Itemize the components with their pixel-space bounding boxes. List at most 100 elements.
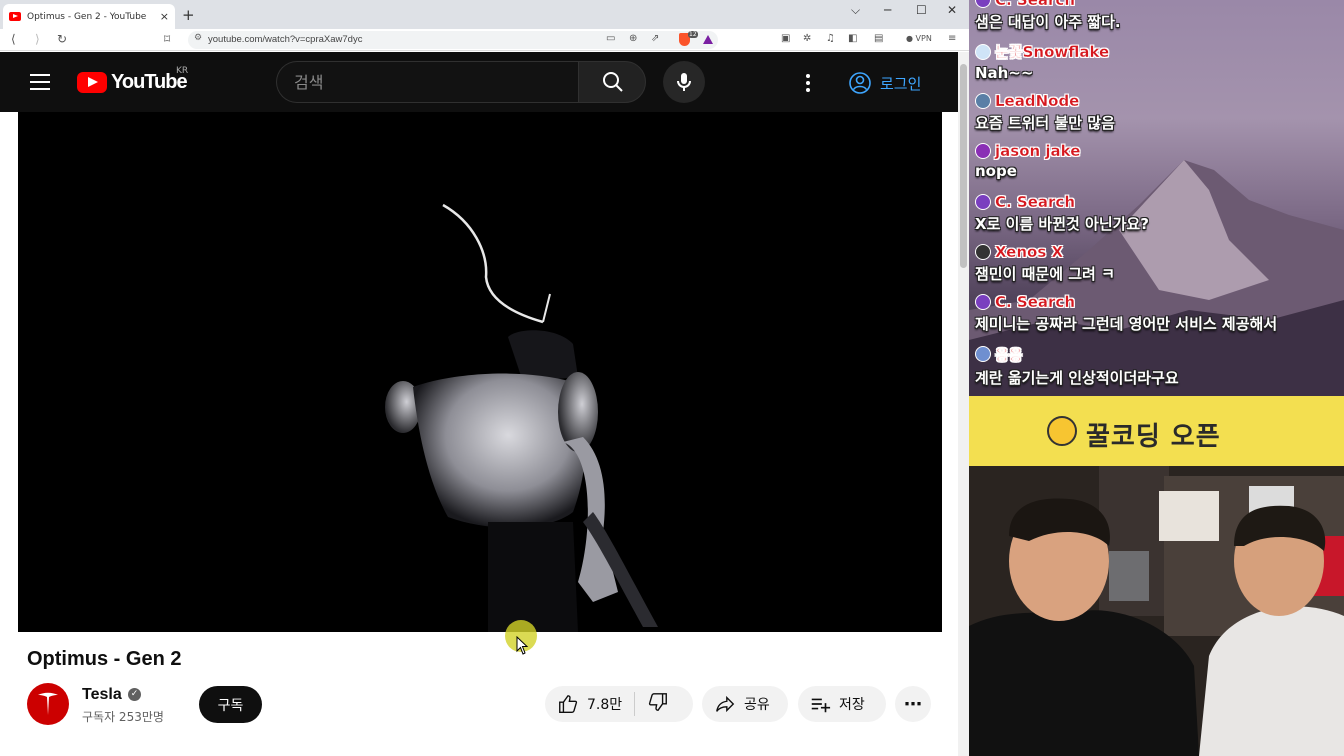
address-toolbar: ⟨ ⟩ ↻ ⌑ ⚙ youtube.com/watch?v=cpraXaw7dy… [0, 29, 969, 51]
more-actions-button[interactable]: ⋯ [895, 686, 931, 722]
chat-username: 응응 [975, 344, 1179, 365]
chat-message: C. Search 제미니는 공짜라 그런데 영어만 서비스 제공해서 [975, 293, 1277, 334]
chat-message-text: nope [975, 162, 1017, 181]
user-badge-icon [975, 143, 991, 160]
new-tab-button[interactable]: + [182, 6, 195, 24]
chat-username-text: C. Search [995, 192, 1075, 211]
chat-message-text: Nah~~ [975, 64, 1034, 83]
stream-chat-overlay: C. Search 샘은 대답이 아주 짧다. 눈꽃Snowflake Nah~~ Le… [969, 0, 1344, 396]
brave-rewards-icon[interactable] [703, 35, 713, 44]
chat-message: LeadNode 요즘 트위터 불만 많음 [975, 92, 1115, 133]
extension-icon[interactable]: ▣ [781, 33, 790, 44]
media-control-icon[interactable]: ♫ [826, 33, 835, 44]
chat-username-text: C. Search [995, 293, 1075, 312]
chat-message-text: 샘은 대답이 아주 짧다. [975, 13, 1121, 31]
reload-button[interactable]: ↻ [57, 32, 67, 46]
maximize-button[interactable]: ☐ [916, 3, 927, 17]
chat-username: C. Search [975, 192, 1149, 211]
chat-username-text: jason jake [995, 142, 1081, 161]
shields-count-badge: 12 [688, 31, 698, 38]
youtube-favicon-icon [9, 12, 21, 21]
like-button[interactable]: 7.8만 [557, 693, 622, 715]
chat-message-text: 계란 옮기는게 인상적이더라구요 [975, 368, 1179, 387]
sign-in-button[interactable]: 로그인 [848, 68, 921, 98]
page-scrollbar[interactable] [958, 52, 969, 756]
user-badge-icon [975, 92, 991, 109]
scrollbar-thumb[interactable] [960, 64, 967, 268]
site-info-icon[interactable]: ⚙ [194, 33, 202, 43]
minimize-button[interactable]: ─ [884, 3, 891, 17]
chat-username: C. Search [975, 293, 1277, 312]
browser-window: Optimus - Gen 2 - YouTube × + ⌵ ─ ☐ ✕ ⟨ … [0, 0, 969, 756]
subscribe-button[interactable]: 구독 [199, 686, 262, 723]
share-button[interactable]: 공유 [702, 686, 788, 722]
bookmark-button[interactable]: ⌑ [164, 32, 170, 46]
chat-username: C. Search [975, 0, 1121, 9]
thumbs-down-icon [649, 693, 668, 711]
youtube-play-icon [77, 72, 107, 93]
chat-message-text: 잼민이 때문에 그려 ㅋ [975, 265, 1115, 283]
close-window-button[interactable]: ✕ [947, 3, 957, 17]
tesla-logo-icon [38, 692, 58, 715]
chat-message: 응응계란 옮기는게 인상적이더라구요 [975, 344, 1179, 388]
video-player[interactable] [18, 112, 942, 632]
webcam-feed [969, 466, 1344, 756]
search-input[interactable] [294, 71, 564, 93]
zoom-icon[interactable]: ⊕ [629, 33, 637, 44]
chat-username-text: 눈꽃Snowflake [995, 43, 1110, 62]
chat-username: jason jake [975, 142, 1081, 161]
user-badge-icon [975, 294, 991, 311]
sidebar-icon[interactable]: ◧ [848, 33, 857, 44]
region-code: KR [176, 66, 189, 76]
tab-close-icon[interactable]: × [160, 10, 169, 23]
extensions-puzzle-icon[interactable]: ✲ [803, 33, 811, 44]
share-page-icon[interactable]: ⇗ [651, 33, 659, 44]
user-badge-icon [975, 0, 991, 8]
chat-username: Xenos X [975, 243, 1115, 261]
webcam-hosts-image [969, 466, 1344, 756]
chat-message: 눈꽃Snowflake Nah~~ [975, 41, 1109, 82]
tab-list-icon[interactable]: ⌵ [851, 3, 860, 18]
search-icon [603, 72, 623, 92]
chat-message-text: X로 이름 바뀐것 아닌가요? [975, 214, 1149, 233]
mouse-cursor-icon [516, 636, 529, 655]
verified-badge-icon: ✓ [128, 688, 141, 701]
promo-banner: 꿀코딩 오픈 [969, 396, 1344, 466]
microphone-icon [677, 73, 691, 91]
chat-message-text: 제미니는 공짜라 그런데 영어만 서비스 제공해서 [975, 315, 1278, 334]
sign-in-label: 로그인 [880, 74, 922, 93]
youtube-logo[interactable]: YouTube KR [77, 66, 188, 94]
subscriber-count: 구독자 253만명 [82, 710, 164, 724]
chat-username-text: 응응 [995, 345, 1023, 364]
search-button[interactable] [578, 61, 646, 103]
settings-more-icon[interactable] [806, 74, 810, 95]
channel-name[interactable]: Tesla [82, 686, 122, 704]
chat-message: C. Search X로 이름 바뀐것 아닌가요? [975, 192, 1149, 234]
wallet-icon[interactable]: ▤ [874, 33, 883, 44]
vpn-button[interactable]: ● VPN [906, 34, 932, 43]
voice-search-button[interactable] [663, 61, 705, 103]
dislike-button[interactable] [647, 691, 669, 717]
youtube-header: YouTube KR 로그인 [0, 52, 958, 112]
chat-username-text: LeadNode [995, 91, 1080, 110]
thumbs-up-icon [559, 695, 578, 713]
tab-youtube[interactable]: Optimus - Gen 2 - YouTube × [3, 4, 175, 29]
like-count: 7.8만 [587, 697, 623, 713]
video-frame-robot [385, 203, 658, 632]
hamburger-menu-icon[interactable] [30, 74, 50, 95]
channel-avatar[interactable] [27, 683, 69, 725]
video-details: Optimus - Gen 2 Tesla ✓ 구독자 253만명 구독 7.8… [0, 632, 958, 756]
user-badge-icon [975, 43, 991, 60]
forward-button[interactable]: ⟩ [35, 32, 40, 46]
vpn-label: VPN [915, 34, 932, 43]
cast-icon[interactable]: ▭ [606, 33, 615, 44]
chat-message-text: 요즘 트위터 불만 많음 [975, 113, 1115, 132]
save-label: 저장 [839, 697, 865, 713]
back-button[interactable]: ⟨ [11, 32, 16, 46]
save-button[interactable]: 저장 [798, 686, 886, 722]
chat-username: LeadNode [975, 92, 1115, 110]
menu-icon[interactable]: ≡ [948, 33, 956, 44]
chat-username-text: C. Search [995, 0, 1075, 9]
chat-username: 눈꽃Snowflake [975, 41, 1109, 62]
address-bar[interactable]: ⚙ youtube.com/watch?v=cpraXaw7dyc [188, 31, 718, 49]
